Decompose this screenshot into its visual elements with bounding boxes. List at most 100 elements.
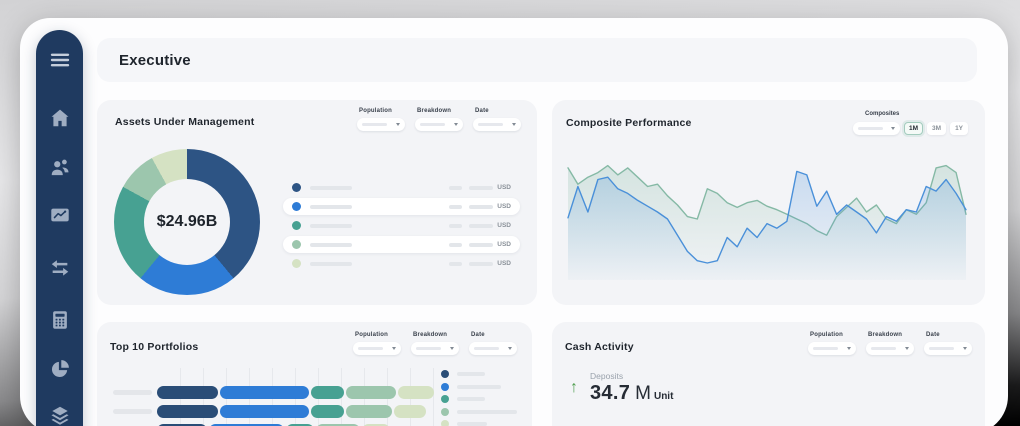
chevron-down-icon	[508, 347, 512, 350]
aum-filter-date: Date	[473, 108, 521, 131]
top10-portfolios-card: Top 10 Portfolios Population Breakdown Dat…	[97, 322, 532, 426]
legend-value-placeholder	[449, 186, 462, 190]
cash-date-select[interactable]	[924, 342, 972, 355]
cash-filter-date: Date	[924, 332, 972, 355]
portfolio-name-placeholder	[113, 390, 152, 395]
legend-color-dot	[292, 240, 301, 249]
bar-segment	[398, 386, 434, 399]
top10-breakdown-select[interactable]	[411, 342, 459, 355]
legend-currency-label: USD	[497, 184, 511, 191]
select-placeholder-bar	[358, 347, 383, 350]
top10-filter-date: Date	[469, 332, 517, 355]
bar-segment	[311, 405, 344, 418]
select-placeholder-bar	[813, 347, 838, 350]
select-placeholder-bar	[858, 127, 883, 130]
aum-legend-row[interactable]: USD	[283, 255, 520, 272]
cash-activity-card: Cash Activity PopulationBreakdownDate ↑ …	[552, 322, 985, 426]
top10-filter-label-date: Date	[471, 332, 517, 338]
sidebar-item-allocation[interactable]	[49, 358, 71, 380]
chevron-down-icon	[454, 123, 458, 126]
aum-filter-breakdown: Breakdown	[415, 108, 463, 131]
sidebar	[36, 30, 83, 426]
sidebar-item-layers[interactable]	[49, 404, 71, 426]
portfolios-icon	[49, 204, 71, 226]
portfolio-bar-row	[97, 405, 532, 418]
chevron-down-icon	[891, 127, 895, 130]
select-placeholder-bar	[929, 347, 954, 350]
select-placeholder-bar	[478, 123, 503, 126]
cash-filter-label-date: Date	[926, 332, 972, 338]
top10-card-title: Top 10 Portfolios	[110, 341, 198, 353]
legend-name-placeholder	[310, 262, 352, 266]
deposits-magnitude: M	[635, 383, 651, 405]
select-placeholder-bar	[420, 123, 445, 126]
app-window: Executive Assets Under Management Popula…	[20, 18, 1008, 426]
deposits-value: 34.7	[590, 382, 630, 405]
top10-date-select[interactable]	[469, 342, 517, 355]
calculator-icon	[49, 309, 71, 331]
select-placeholder-bar	[871, 347, 896, 350]
aum-legend-row[interactable]: USD	[283, 236, 520, 253]
composite-line-chart	[564, 142, 970, 280]
legend-name-placeholder	[310, 224, 352, 228]
legend-name-placeholder	[310, 243, 352, 247]
legend-value-placeholder	[449, 243, 462, 247]
chevron-down-icon	[847, 347, 851, 350]
chevron-down-icon	[905, 347, 909, 350]
composite-performance-card: Composite Performance Composites 1M3M1Y	[552, 100, 985, 305]
legend-color-dot	[292, 202, 301, 211]
legend-value-placeholder	[469, 243, 493, 247]
portfolio-bar-row	[97, 386, 532, 399]
legend-value-placeholder	[449, 205, 462, 209]
top10-filter-label-breakdown: Breakdown	[413, 332, 459, 338]
legend-value-placeholder	[469, 224, 493, 228]
sidebar-item-portfolios[interactable]	[49, 204, 71, 226]
composites-select[interactable]	[853, 122, 900, 135]
aum-filter-label-breakdown: Breakdown	[417, 108, 463, 114]
aum-filter-label-date: Date	[475, 108, 521, 114]
aum-date-select[interactable]	[473, 118, 521, 131]
range-button-1y[interactable]: 1Y	[950, 122, 968, 135]
aum-breakdown-select[interactable]	[415, 118, 463, 131]
sidebar-item-transfers[interactable]	[49, 257, 71, 279]
top10-filter-breakdown: Breakdown	[411, 332, 459, 355]
cash-filter-breakdown: Breakdown	[866, 332, 914, 355]
range-button-1m[interactable]: 1M	[904, 122, 923, 135]
legend-value-placeholder	[449, 262, 462, 266]
legend-color-dot	[292, 259, 301, 268]
cash-breakdown-select[interactable]	[866, 342, 914, 355]
aum-population-select[interactable]	[357, 118, 405, 131]
aum-legend-row[interactable]: USD	[283, 198, 520, 215]
cash-filters: Population Breakdown Date	[808, 332, 972, 355]
legend-value-placeholder	[469, 262, 493, 266]
deposits-label: Deposits	[590, 371, 623, 381]
cash-population-select[interactable]	[808, 342, 856, 355]
sidebar-item-home[interactable]	[49, 107, 71, 129]
aum-legend: USD USD USD USD USD	[283, 179, 520, 274]
transfers-icon	[49, 257, 71, 279]
aum-legend-row[interactable]: USD	[283, 217, 520, 234]
chevron-down-icon	[512, 123, 516, 126]
bar-segment	[394, 405, 426, 418]
range-toggle-group: 1M 3M 1Y	[904, 122, 968, 135]
top10-filter-label-population: Population	[355, 332, 401, 338]
header-bar: Executive	[97, 38, 977, 82]
aum-card-title: Assets Under Management	[115, 116, 254, 128]
bar-segment	[346, 405, 392, 418]
aum-filters: PopulationBreakdownDate	[357, 108, 521, 131]
range-button-3m[interactable]: 3M	[927, 122, 946, 135]
cash-filter-label-population: Population	[810, 332, 856, 338]
menu-button[interactable]	[49, 49, 71, 71]
aum-legend-row[interactable]: USD	[283, 179, 520, 196]
chevron-down-icon	[392, 347, 396, 350]
legend-color-dot	[292, 221, 301, 230]
legend-currency-label: USD	[497, 222, 511, 229]
sidebar-item-users[interactable]	[49, 156, 71, 178]
bar-segment	[346, 386, 396, 399]
composites-filter-label: Composites	[865, 111, 899, 117]
top10-population-select[interactable]	[353, 342, 401, 355]
deposits-up-arrow-icon: ↑	[570, 379, 578, 397]
sidebar-item-calculator[interactable]	[49, 309, 71, 331]
legend-color-dot	[441, 370, 449, 378]
users-icon	[49, 156, 71, 178]
